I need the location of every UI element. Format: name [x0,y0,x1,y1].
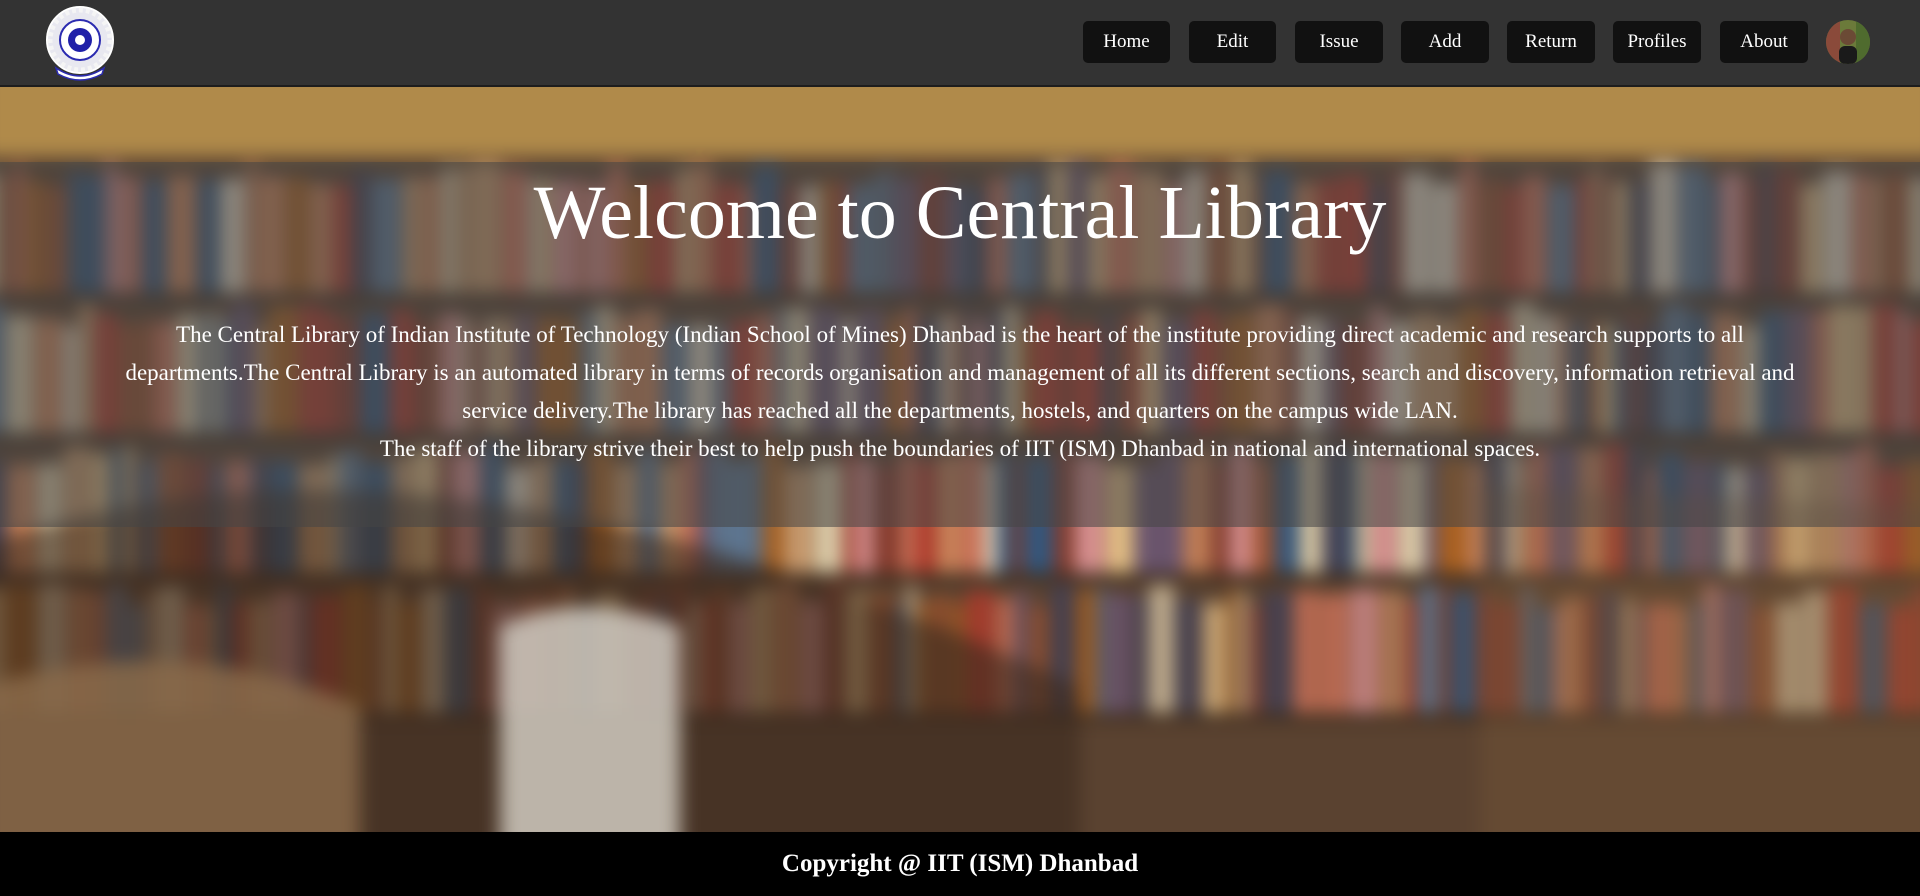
nav-return-button[interactable]: Return [1507,21,1595,63]
hero-section: Welcome to Central Library The Central L… [0,87,1920,832]
nav-add-button[interactable]: Add [1401,21,1489,63]
nav-about-button[interactable]: About [1720,21,1808,63]
copyright-text: Copyright @ IIT (ISM) Dhanbad [781,850,1139,877]
navbar: Home Edit Issue Add Return Profiles Abou… [0,0,1920,87]
description-paragraph: The Central Library of Indian Institute … [125,322,1795,423]
institute-emblem-icon[interactable] [44,4,116,82]
nav-edit-button[interactable]: Edit [1189,21,1276,63]
description-paragraph: The staff of the library strive their be… [379,436,1541,461]
nav-profiles-button[interactable]: Profiles [1613,21,1701,63]
nav-issue-button[interactable]: Issue [1295,21,1383,63]
user-avatar-icon[interactable] [1826,20,1870,64]
nav-home-button[interactable]: Home [1083,21,1170,63]
footer: Copyright @ IIT (ISM) Dhanbad [0,832,1920,896]
hero-description: The Central Library of Indian Institute … [100,316,1820,468]
page-title: Welcome to Central Library [533,171,1387,255]
